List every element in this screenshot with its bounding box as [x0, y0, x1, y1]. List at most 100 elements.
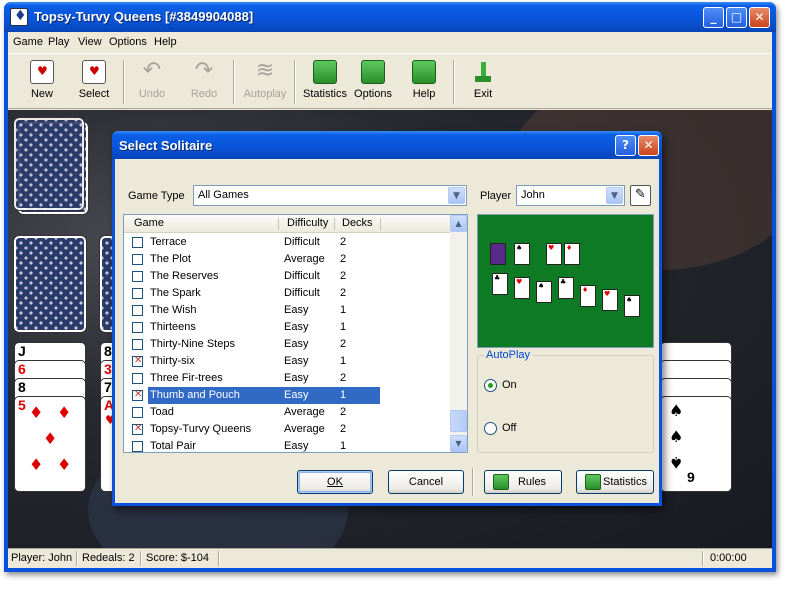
- table-row[interactable]: The Plot Average 2: [124, 251, 451, 268]
- statistics-button[interactable]: Statistics: [296, 58, 354, 106]
- list-scrollbar[interactable]: ▲ ▼: [450, 215, 467, 452]
- game-type-select[interactable]: All Games ▼: [193, 185, 467, 206]
- menu-play[interactable]: Play: [48, 36, 69, 48]
- favorite-checkbox[interactable]: [132, 441, 143, 452]
- scroll-down-icon[interactable]: ▼: [450, 435, 467, 452]
- exit-button[interactable]: Exit: [458, 58, 508, 106]
- toolbar-separator: [123, 60, 125, 104]
- game-name: Total Pair: [150, 440, 196, 452]
- table-row[interactable]: The Wish Easy 1: [124, 302, 451, 319]
- title-bar[interactable]: Topsy-Turvy Queens [#3849904088] _ □ ✕: [4, 2, 776, 32]
- button-separator: [472, 468, 474, 496]
- dialog-close-button[interactable]: ✕: [638, 135, 659, 156]
- options-button[interactable]: Options: [348, 58, 398, 106]
- tableau-card[interactable]: 5 ♦ ♦ ♦ ♦ ♦: [14, 396, 86, 492]
- toolbar-separator: [453, 60, 455, 104]
- table-row[interactable]: The Reserves Difficult 2: [124, 268, 451, 285]
- spade-suit-icon: ♠: [669, 427, 684, 446]
- table-row[interactable]: Thirty-Nine Steps Easy 2: [124, 336, 451, 353]
- tableau-card[interactable]: ♠ ♠ ♠ 9: [660, 396, 732, 492]
- column-decks[interactable]: Decks: [342, 217, 373, 229]
- game-decks: 1: [340, 355, 347, 367]
- dialog-help-button[interactable]: ?: [615, 135, 636, 156]
- new-button[interactable]: New: [17, 58, 67, 106]
- table-row[interactable]: Three Fir-trees Easy 2: [124, 370, 451, 387]
- statistics-dialog-button[interactable]: Statistics: [576, 470, 654, 494]
- favorite-checkbox[interactable]: [132, 407, 143, 418]
- diamond-suit-icon: ♦: [29, 455, 44, 474]
- column-divider: [334, 218, 335, 230]
- minimize-button[interactable]: _: [703, 7, 724, 28]
- table-row[interactable]: Terrace Difficult 2: [124, 234, 451, 251]
- ok-button[interactable]: OK: [297, 470, 373, 494]
- game-decks: 2: [340, 236, 347, 248]
- table-row[interactable]: Total Pair Easy 1: [124, 438, 451, 452]
- autoplay-off-radio[interactable]: [484, 422, 497, 435]
- favorite-checkbox[interactable]: [132, 339, 143, 350]
- favorite-checkbox[interactable]: [132, 254, 143, 265]
- menu-options[interactable]: Options: [109, 36, 147, 48]
- cancel-button[interactable]: Cancel: [388, 470, 464, 494]
- game-difficulty: Average: [284, 253, 325, 265]
- undo-button[interactable]: ↶ Undo: [127, 58, 177, 106]
- preview-card: ♣: [492, 273, 508, 295]
- select-button[interactable]: Select: [69, 58, 119, 106]
- chevron-down-icon[interactable]: ▼: [606, 187, 623, 204]
- favorite-checkbox[interactable]: [132, 322, 143, 333]
- table-row[interactable]: Toad Average 2: [124, 404, 451, 421]
- scroll-up-icon[interactable]: ▲: [450, 215, 467, 232]
- autoplay-off-label[interactable]: Off: [502, 422, 516, 434]
- favorite-checkbox[interactable]: [132, 355, 143, 367]
- tableau-card-back[interactable]: [13, 235, 87, 333]
- autoplay-on-label[interactable]: On: [502, 379, 517, 391]
- table-row[interactable]: Thumb and PouchEasy1: [124, 386, 451, 405]
- redo-icon: ↷: [194, 58, 214, 83]
- favorite-checkbox[interactable]: [132, 237, 143, 248]
- favorite-checkbox[interactable]: [132, 423, 143, 435]
- column-divider: [380, 218, 381, 230]
- game-list[interactable]: Game Difficulty Decks Terrace Difficult 2 T…: [123, 214, 468, 453]
- game-decks: 2: [340, 253, 347, 265]
- menu-game[interactable]: Game: [13, 36, 43, 48]
- player-select[interactable]: John ▼: [516, 185, 625, 206]
- new-game-icon: [30, 60, 54, 84]
- close-button[interactable]: ✕: [749, 7, 770, 28]
- game-decks: 2: [340, 406, 347, 418]
- game-decks: 1: [340, 440, 347, 452]
- table-row[interactable]: The Spark Difficult 2: [124, 285, 451, 302]
- maximize-button[interactable]: □: [726, 7, 747, 28]
- redo-button[interactable]: ↷ Redo: [179, 58, 229, 106]
- autoplay-button[interactable]: ≋ Autoplay: [237, 58, 293, 106]
- menu-bar: Game Play View Options Help: [8, 32, 772, 52]
- game-decks: 2: [340, 372, 347, 384]
- favorite-checkbox[interactable]: [132, 389, 143, 401]
- favorite-checkbox[interactable]: [132, 305, 143, 316]
- rules-button[interactable]: Rules: [484, 470, 562, 494]
- table-row[interactable]: Thirty-six Easy 1: [124, 353, 451, 370]
- window-title: Topsy-Turvy Queens [#3849904088]: [34, 9, 254, 24]
- game-name: Terrace: [150, 236, 187, 248]
- dialog-title: Select Solitaire: [119, 138, 213, 153]
- column-difficulty[interactable]: Difficulty: [287, 217, 328, 229]
- game-difficulty: Easy: [284, 355, 309, 367]
- chevron-down-icon[interactable]: ▼: [448, 187, 465, 204]
- menu-help[interactable]: Help: [154, 36, 177, 48]
- scroll-thumb[interactable]: [450, 410, 467, 432]
- autoplay-on-radio[interactable]: [484, 379, 497, 392]
- favorite-checkbox[interactable]: [132, 373, 143, 384]
- column-game[interactable]: Game: [134, 217, 164, 229]
- game-difficulty: Easy: [284, 372, 309, 384]
- table-row[interactable]: Thirteens Easy 1: [124, 319, 451, 336]
- dialog-title-bar[interactable]: Select Solitaire ? ✕: [112, 131, 662, 159]
- status-bar: Player: John Redeals: 2 Score: $-104 0:0…: [8, 548, 772, 568]
- favorite-checkbox[interactable]: [132, 271, 143, 282]
- status-redeals: Redeals: 2: [82, 552, 135, 564]
- player-edit-icon[interactable]: ✎: [630, 185, 651, 206]
- favorite-checkbox[interactable]: [132, 288, 143, 299]
- game-difficulty: Difficult: [284, 287, 320, 299]
- table-row[interactable]: Topsy-Turvy Queens Average 2: [124, 421, 451, 438]
- status-score: Score: $-104: [146, 552, 209, 564]
- help-button[interactable]: Help: [399, 58, 449, 106]
- menu-view[interactable]: View: [78, 36, 102, 48]
- game-difficulty: Easy: [284, 338, 309, 350]
